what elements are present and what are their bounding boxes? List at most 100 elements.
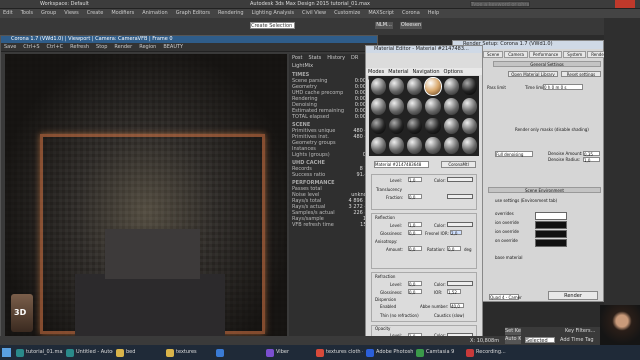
menu-item-group[interactable]: Group	[41, 10, 56, 16]
scene-environment-bar[interactable]: Scene Environment	[488, 187, 601, 193]
override-swatch[interactable]	[535, 212, 567, 220]
vfb-tool-stop[interactable]: Stop	[96, 44, 107, 50]
open-library-button[interactable]: Open Material Library	[508, 71, 558, 77]
material-slot[interactable]	[425, 97, 441, 115]
material-type-button[interactable]: CoronaMtl	[441, 161, 476, 168]
start-icon[interactable]	[2, 348, 11, 357]
view-dropdown[interactable]: Quad 4 - Camer	[489, 294, 522, 300]
vfb-tool-refresh[interactable]: Refresh	[70, 44, 89, 50]
add-time-tag[interactable]: Add Time Tag	[560, 337, 594, 343]
taskbar-item[interactable]: Camtasia 9	[415, 347, 463, 358]
search-input[interactable]: Type a keyword or phrase	[470, 1, 530, 7]
taskbar-item[interactable]: textures	[165, 347, 213, 358]
menu-item-graph-editors[interactable]: Graph Editors	[176, 10, 210, 16]
material-slot[interactable]	[371, 78, 387, 95]
reflection-color-swatch[interactable]	[447, 222, 473, 227]
taskbar-item[interactable]: Adobe Photoshop ...	[365, 347, 413, 358]
reflection-level-field[interactable]: 1,0	[408, 222, 422, 228]
reset-settings-button[interactable]: Reset settings	[561, 71, 601, 77]
denoise-amount-field[interactable]: 0,35	[583, 151, 600, 157]
taskbar-item[interactable]: bed	[115, 347, 163, 358]
general-settings-bar[interactable]: General Settings	[493, 61, 601, 67]
material-slot[interactable]	[407, 97, 423, 115]
med-menu-options[interactable]: Options	[444, 69, 463, 75]
key-filters-button[interactable]: Key Filters...	[565, 328, 595, 334]
material-slot[interactable]	[443, 97, 459, 115]
render-setup-tab-render-elements[interactable]: Render Elements	[587, 51, 604, 58]
caustics-checkbox[interactable]: Caustics (slow)	[434, 313, 464, 318]
anisotropy-amount-field[interactable]: 0,0	[408, 246, 422, 252]
menu-item-corona[interactable]: Corona	[402, 10, 420, 16]
taskbar-item[interactable]: textures cloth - Go...	[315, 347, 363, 358]
material-slot[interactable]	[424, 77, 442, 96]
fraction-field[interactable]: 0,0	[408, 194, 422, 200]
taskbar-item[interactable]: Viber	[265, 347, 313, 358]
render-setup-tab-camera[interactable]: Camera	[504, 51, 528, 58]
dispersion-enabled-checkbox[interactable]: Enabled	[380, 304, 396, 309]
taskbar-item[interactable]: tutorial_01.max - A...	[15, 347, 63, 358]
material-slot[interactable]	[389, 78, 405, 95]
refraction-level-field[interactable]: 0,0	[408, 281, 422, 287]
vfb-tool-ctrl-s[interactable]: Ctrl+S	[23, 44, 39, 50]
material-slot[interactable]	[389, 117, 405, 135]
refraction-color-swatch[interactable]	[447, 281, 473, 286]
time-limit-field[interactable]: 0 h 0 m 0 s	[543, 84, 583, 90]
material-slot[interactable]	[443, 137, 459, 154]
material-slot[interactable]	[425, 117, 441, 135]
stats-tab-dr[interactable]: DR	[351, 55, 358, 61]
menu-item-edit[interactable]: Edit	[3, 10, 13, 16]
menu-item-tools[interactable]: Tools	[21, 10, 33, 16]
menu-item-lighting-analysis[interactable]: Lighting Analysis	[252, 10, 294, 16]
ior-field[interactable]: 1,52	[447, 289, 461, 295]
menu-item-maxscript[interactable]: MAXScript	[368, 10, 394, 16]
render-setup-tab-performance[interactable]: Performance	[528, 51, 563, 58]
override-swatch[interactable]	[535, 239, 567, 247]
reflection-glossiness-field[interactable]: 0,0	[408, 230, 422, 236]
menu-item-help[interactable]: Help	[428, 10, 439, 16]
override-swatch[interactable]	[535, 230, 567, 238]
render-setup-tab-system[interactable]: System	[563, 51, 587, 58]
override-swatch[interactable]	[535, 221, 567, 229]
close-button[interactable]: Oleesen	[400, 22, 422, 29]
refraction-glossiness-field[interactable]: 0,0	[408, 289, 422, 295]
menu-item-modifiers[interactable]: Modifiers	[111, 10, 134, 16]
thin-checkbox[interactable]: Thin (no refraction)	[380, 313, 419, 318]
fresnel-ior-field[interactable]: 2,0	[450, 230, 462, 236]
vfb-tool-render[interactable]: Render	[114, 44, 132, 50]
workspace-selector[interactable]: Workspace: Default	[40, 1, 100, 7]
render-only-masks-checkbox[interactable]: Render only masks (disable shading)	[515, 127, 589, 132]
med-menu-material[interactable]: Material	[388, 69, 408, 75]
key-mode-dropdown[interactable]: Selected	[525, 337, 555, 343]
selection-set-dropdown[interactable]: Create Selection Se	[250, 22, 295, 29]
translucency-color-swatch[interactable]	[447, 194, 473, 199]
menu-item-customize[interactable]: Customize	[334, 10, 360, 16]
material-slot[interactable]	[425, 137, 441, 154]
auto-key-button[interactable]: Auto Key	[505, 336, 521, 344]
material-slot[interactable]	[371, 137, 387, 154]
material-slot[interactable]	[407, 117, 423, 135]
material-slot[interactable]	[407, 78, 423, 95]
taskbar-item[interactable]: Recording...	[465, 347, 513, 358]
material-slot[interactable]	[371, 97, 387, 115]
material-slot[interactable]	[389, 137, 405, 154]
menu-item-views[interactable]: Views	[64, 10, 78, 16]
material-slot[interactable]	[461, 137, 477, 154]
menu-item-create[interactable]: Create	[87, 10, 104, 16]
user-button[interactable]: NLM...	[375, 22, 393, 29]
override-label[interactable]: overrides	[495, 211, 514, 216]
override-label[interactable]: ion override	[495, 220, 519, 225]
close-icon[interactable]	[615, 0, 635, 8]
vfb-tool-ctrl-c[interactable]: Ctrl+C	[47, 44, 64, 50]
diffuse-color-swatch[interactable]	[447, 177, 473, 182]
override-label[interactable]: on override	[495, 238, 518, 243]
stats-tab-stats[interactable]: Stats	[308, 55, 321, 61]
render-button[interactable]: Render	[548, 291, 598, 300]
material-slot[interactable]	[461, 97, 477, 115]
override-label[interactable]: ion override	[495, 229, 519, 234]
render-setup-tab-scene[interactable]: Scene	[483, 51, 504, 58]
rotation-field[interactable]: 0,0	[447, 246, 461, 252]
vfb-tool-beauty[interactable]: BEAUTY	[163, 44, 183, 50]
material-slot[interactable]	[407, 137, 423, 154]
material-slot[interactable]	[443, 78, 459, 95]
set-key-button[interactable]: Set Key	[505, 328, 521, 335]
